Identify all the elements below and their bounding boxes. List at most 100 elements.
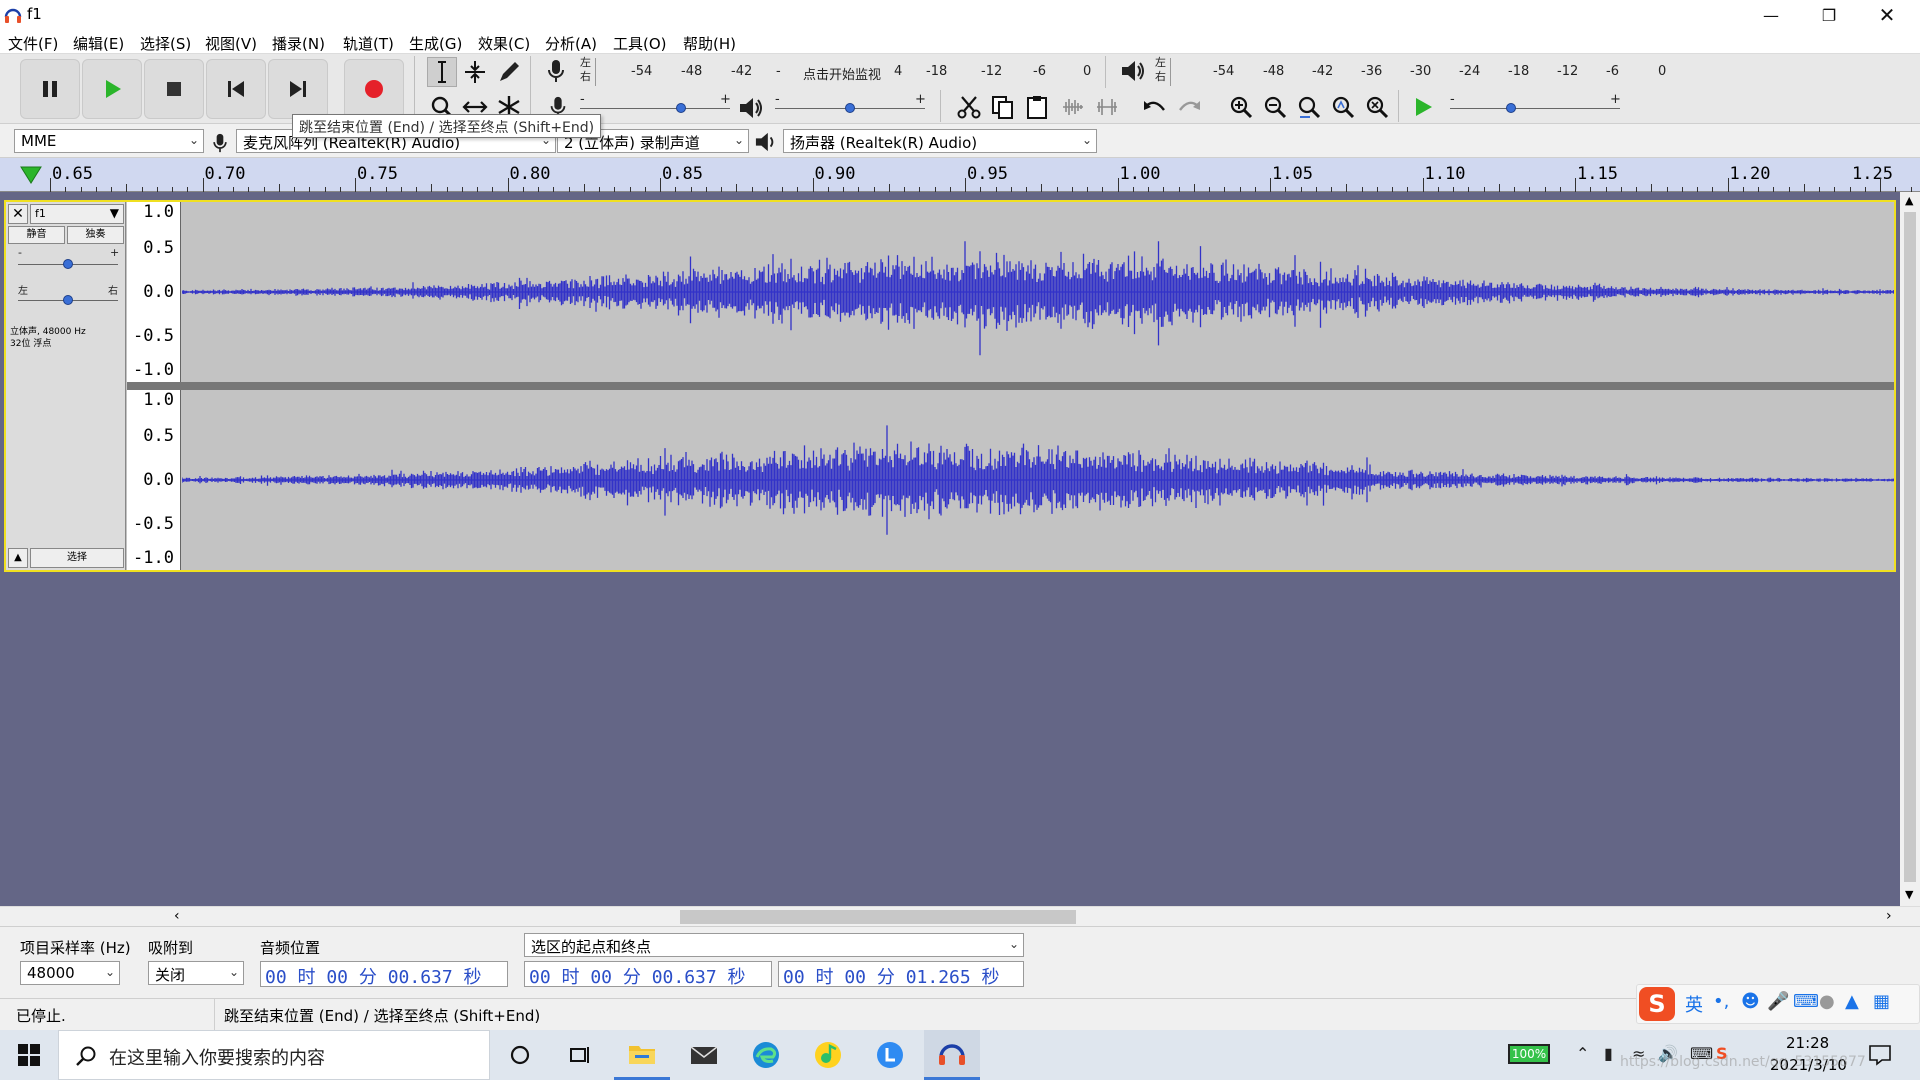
channel-separator [127,382,1894,390]
menu-help[interactable]: 帮助(H) [683,33,736,54]
pan-slider[interactable]: 左 右 [18,286,118,308]
record-button[interactable] [344,59,404,119]
search-icon [76,1046,96,1066]
audio-track[interactable]: ✕ f1 ▼ 静音 独奏 - + 左 右 立体声, 48000 Hz 32位 浮… [4,200,1896,572]
menu-tracks[interactable]: 轨道(T) [343,33,394,54]
playback-device-select[interactable]: 扬声器 (Realtek(R) Audio) ⌄ [783,129,1097,153]
redo-button[interactable] [1174,92,1204,122]
audio-position-field[interactable]: 00 时 00 分 00.637 秒 [260,961,508,987]
selection-tool[interactable] [427,57,457,87]
horizontal-scroll-thumb[interactable] [680,910,1076,924]
qq-music-button[interactable] [800,1030,856,1080]
ime-skin-icon[interactable]: ▲ [1845,991,1859,1012]
skip-to-start-icon [228,81,244,97]
selection-end-field[interactable]: 00 时 00 分 01.265 秒 [778,961,1024,987]
restore-button[interactable]: ❐ [1800,0,1858,30]
device-speaker-icon [755,132,774,152]
lark-app-button[interactable] [862,1030,918,1080]
play-speed-slider[interactable]: - + [1450,92,1621,120]
close-track-button[interactable]: ✕ [8,204,28,224]
zoom-out-button[interactable] [1260,92,1290,122]
minimize-button[interactable]: — [1742,0,1800,30]
taskbar-search-box[interactable]: 在这里输入你要搜索的内容 [58,1030,490,1080]
close-button[interactable]: ✕ [1858,0,1916,30]
record-volume-slider[interactable]: - + [580,92,731,120]
cortana-button[interactable] [492,1030,548,1080]
fit-project-button[interactable] [1328,92,1358,122]
sogou-ime-logo[interactable]: S [1639,987,1675,1021]
timeline-ruler[interactable]: 0.65 0.70 0.75 0.80 0.85 0.90 0.95 1.00 1.05 1.10… [0,158,1920,192]
ime-toolbox-icon[interactable]: ▦ [1873,991,1890,1012]
stop-button[interactable] [144,59,204,119]
skip-to-end-button[interactable] [268,59,328,119]
notification-icon[interactable] [1868,1044,1892,1066]
window-title: f1 [27,5,42,23]
snap-to-select[interactable]: 关闭 ⌄ [148,961,244,985]
track-name-menu[interactable]: f1 ▼ [30,204,124,224]
playback-volume-slider[interactable]: - + [775,92,926,120]
play-at-speed-button[interactable] [1408,92,1438,122]
selection-start-field[interactable]: 00 时 00 分 00.637 秒 [524,961,772,987]
select-track-button[interactable]: 选择 [30,548,124,568]
playback-meter[interactable]: -54 -48 -42 -36 -30 -24 -18 -12 -6 0 [1170,58,1670,86]
menu-analyze[interactable]: 分析(A) [545,33,597,54]
silence-button[interactable] [1092,92,1122,122]
record-meter[interactable]: -54 -48 -42 - 点击开始监视 4 -18 -12 -6 0 [595,58,1095,86]
menu-file[interactable]: 文件(F) [8,33,58,54]
undo-button[interactable] [1140,92,1170,122]
vertical-scrollbar[interactable]: ▲ ▼ [1900,192,1920,906]
play-button[interactable] [82,59,142,119]
fit-selection-button[interactable] [1294,92,1324,122]
project-rate-select[interactable]: 48000 ⌄ [20,961,120,985]
envelope-tool[interactable] [460,57,490,87]
scroll-down-icon[interactable]: ▼ [1905,888,1913,901]
zoom-toggle-button[interactable] [1362,92,1392,122]
scroll-up-icon[interactable]: ▲ [1905,194,1913,207]
file-explorer-button[interactable] [614,1030,670,1080]
selection-mode-select[interactable]: 选区的起点和终点 ⌄ [524,933,1024,957]
clock-time[interactable]: 21:28 [1786,1034,1829,1052]
windows-start-icon[interactable] [18,1044,40,1066]
solo-button[interactable]: 独奏 [67,226,124,244]
menu-view[interactable]: 视图(V) [205,33,257,54]
battery-indicator[interactable]: 100% [1508,1044,1550,1064]
trim-button[interactable] [1058,92,1088,122]
waveform-path [182,241,1894,356]
menu-tools[interactable]: 工具(O) [613,33,667,54]
pause-button[interactable] [20,59,80,119]
task-view-button[interactable] [552,1030,608,1080]
collapse-track-button[interactable]: ▲ [8,548,28,568]
audio-host-select[interactable]: MME ⌄ [14,129,204,153]
menu-generate[interactable]: 生成(G) [409,33,462,54]
horizontal-scrollbar[interactable]: ‹ › [0,906,1920,926]
copy-button[interactable] [988,92,1018,122]
ime-keyboard-icon[interactable]: ⌨ [1793,991,1819,1012]
ime-punctuation-toggle[interactable]: •, [1713,991,1729,1012]
ime-language-toggle[interactable]: 英 [1685,991,1703,1017]
menu-effect[interactable]: 效果(C) [478,33,530,54]
waveform-right-channel[interactable] [182,390,1894,570]
scroll-left-icon[interactable]: ‹ [174,908,180,924]
battery-status-icon[interactable]: ▮ [1604,1044,1613,1063]
zoom-in-button[interactable] [1226,92,1256,122]
audacity-taskbar-button[interactable] [924,1030,980,1080]
scroll-right-icon[interactable]: › [1886,908,1892,924]
skip-to-start-button[interactable] [206,59,266,119]
waveform-left-channel[interactable] [182,202,1894,382]
gain-slider[interactable]: - + [18,246,119,272]
menu-edit[interactable]: 编辑(E) [73,33,124,54]
draw-tool[interactable] [494,57,524,87]
vertical-scroll-thumb[interactable] [1904,212,1916,882]
ime-user-icon[interactable]: ● [1819,991,1835,1012]
show-hidden-icons-chevron-icon[interactable]: ⌃ [1576,1044,1589,1063]
paste-button[interactable] [1022,92,1052,122]
menu-select[interactable]: 选择(S) [140,33,191,54]
edge-browser-button[interactable] [738,1030,794,1080]
cut-button[interactable] [954,92,984,122]
ime-emoji-icon[interactable]: ☻ [1741,991,1760,1012]
pin-play-head-icon[interactable] [20,166,42,184]
mute-button[interactable]: 静音 [8,226,65,244]
menu-transport[interactable]: 播录(N) [272,33,325,54]
ime-voice-icon[interactable]: 🎤 [1767,991,1789,1012]
mail-button[interactable] [676,1030,732,1080]
